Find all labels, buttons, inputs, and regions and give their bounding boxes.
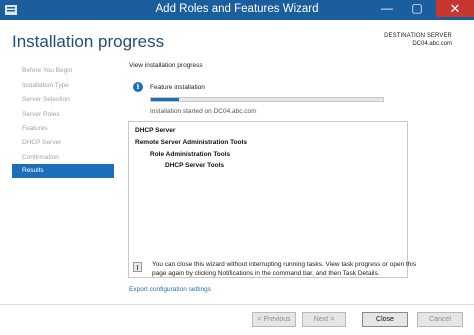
window-titlebar: Add Roles and Features Wizard — ▢ ✕ <box>0 0 474 20</box>
note-line-1: You can close this wizard without interr… <box>152 261 417 268</box>
minimize-icon[interactable]: — <box>374 0 400 17</box>
nav-item-before-you-begin[interactable]: Before You Begin <box>12 64 114 78</box>
view-progress-label: View installation progress <box>129 62 203 69</box>
result-item-role-admin-tools: Role Administration Tools <box>150 151 231 158</box>
result-item-dhcp-server-tools: DHCP Server Tools <box>165 162 225 169</box>
notification-flag-icon <box>133 262 142 272</box>
nav-item-confirmation[interactable]: Confirmation <box>12 151 114 165</box>
window-title: Add Roles and Features Wizard <box>155 3 319 15</box>
footer-divider <box>0 304 474 305</box>
destination-server-label: DESTINATION SERVER <box>384 33 452 39</box>
previous-button[interactable]: < Previous <box>252 312 296 327</box>
nav-item-installation-type[interactable]: Installation Type <box>12 79 114 93</box>
close-wizard-note: You can close this wizard without interr… <box>152 260 457 278</box>
nav-item-features[interactable]: Features <box>12 122 114 136</box>
cancel-button[interactable]: Cancel <box>417 312 463 327</box>
feature-installation-label: Feature installation <box>150 84 205 91</box>
info-icon: i <box>133 82 143 92</box>
results-list: DHCP Server Remote Server Administration… <box>128 121 408 278</box>
maximize-icon[interactable]: ▢ <box>404 0 430 17</box>
nav-item-server-selection[interactable]: Server Selection <box>12 93 114 107</box>
result-item-dhcp-server: DHCP Server <box>135 127 176 134</box>
close-button[interactable]: Close <box>362 312 408 327</box>
installation-progress-bar <box>150 97 384 102</box>
close-window-icon[interactable]: ✕ <box>436 0 474 17</box>
destination-server-value: DC04.abc.com <box>412 41 452 47</box>
nav-item-server-roles[interactable]: Server Roles <box>12 108 114 122</box>
installation-started-label: Installation started on DC04.abc.com <box>150 108 257 115</box>
result-item-rsat: Remote Server Administration Tools <box>135 139 247 146</box>
page-title: Installation progress <box>12 32 165 51</box>
nav-item-results[interactable]: Results <box>12 164 114 178</box>
next-button[interactable]: Next > <box>302 312 346 327</box>
export-configuration-link[interactable]: Export configuration settings <box>129 286 211 293</box>
note-line-2: page again by clicking Notifications in … <box>152 270 380 277</box>
nav-item-dhcp-server[interactable]: DHCP Server <box>12 136 114 150</box>
progress-bar-fill <box>151 98 179 101</box>
